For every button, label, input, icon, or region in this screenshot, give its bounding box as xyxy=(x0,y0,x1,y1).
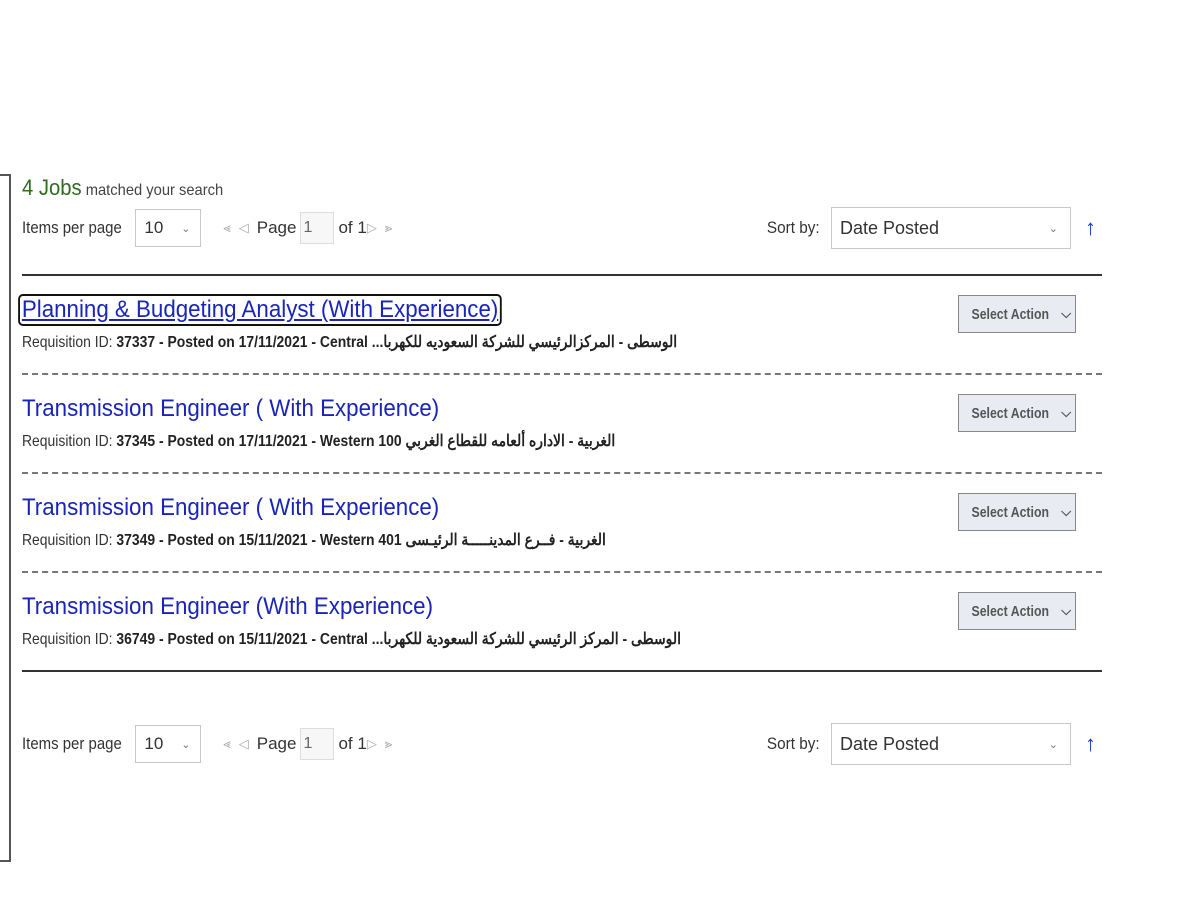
job-title-link[interactable]: Planning & Budgeting Analyst (With Exper… xyxy=(18,294,503,326)
select-action-label: Select Action xyxy=(971,602,1049,620)
items-per-page-select[interactable]: 10 ⌄ xyxy=(135,725,202,763)
job-meta: Requisition ID: 37345 - Posted on 17/11/… xyxy=(22,431,615,451)
sort-select[interactable]: Date Posted ⌄ xyxy=(831,207,1071,249)
chevron-down-icon: ⌄ xyxy=(1048,222,1058,235)
prev-page-icon[interactable]: ◁ xyxy=(239,220,249,236)
items-per-page-value: 10 xyxy=(144,218,164,237)
location-arabic: الوسطى - المركز الرئيسي للشركة السعودية … xyxy=(371,631,681,648)
page-number-input[interactable] xyxy=(300,212,335,244)
requisition-details: 37345 - Posted on 17/11/2021 - Western 1… xyxy=(116,433,402,450)
page-number-input[interactable] xyxy=(300,728,335,760)
requisition-label: Requisition ID: xyxy=(22,631,117,648)
select-action-label: Select Action xyxy=(971,404,1049,422)
sort-direction-icon[interactable]: ↑ xyxy=(1085,731,1096,757)
select-action-button[interactable]: Select Action ⌵ xyxy=(958,592,1076,630)
next-page-icon[interactable]: ▷ xyxy=(367,736,377,752)
top-pager: Items per page 10 ⌄ ⪡ ◁ Page of 1 ▷ ⪢ So… xyxy=(22,204,1102,252)
job-row: Transmission Engineer (With Experience) … xyxy=(22,573,1102,672)
last-page-icon[interactable]: ⪢ xyxy=(385,220,392,236)
prev-page-icon[interactable]: ◁ xyxy=(239,736,249,752)
job-row: Transmission Engineer ( With Experience)… xyxy=(22,375,1102,474)
job-title-link[interactable]: Transmission Engineer ( With Experience) xyxy=(22,395,439,423)
job-meta: Requisition ID: 37349 - Posted on 15/11/… xyxy=(22,530,606,550)
items-per-page-label: Items per page xyxy=(22,218,122,237)
left-frame xyxy=(0,174,11,862)
chevron-down-icon: ⌵ xyxy=(1061,405,1072,420)
job-title-link[interactable]: Transmission Engineer (With Experience) xyxy=(22,593,433,621)
chevron-down-icon: ⌵ xyxy=(1061,603,1072,618)
sort-value: Date Posted xyxy=(840,217,940,238)
job-row: Transmission Engineer ( With Experience)… xyxy=(22,474,1102,573)
requisition-details: 37337 - Posted on 17/11/2021 - Central xyxy=(116,334,368,351)
sort-by-label: Sort by: xyxy=(767,218,821,237)
job-meta: Requisition ID: 37337 - Posted on 17/11/… xyxy=(22,332,677,352)
requisition-label: Requisition ID: xyxy=(22,532,117,549)
sort-value: Date Posted xyxy=(840,733,940,754)
page-label: Page xyxy=(256,734,297,753)
page-of-label: of 1 xyxy=(338,734,367,753)
location-arabic: الغربية - فــرع المدينـــــة الرئيـسى xyxy=(405,532,606,549)
page-label: Page xyxy=(256,218,297,237)
last-page-icon[interactable]: ⪢ xyxy=(385,736,392,752)
requisition-details: 37349 - Posted on 15/11/2021 - Western 4… xyxy=(116,532,402,549)
requisition-label: Requisition ID: xyxy=(22,433,117,450)
first-page-icon[interactable]: ⪡ xyxy=(223,220,230,236)
bottom-pager: Items per page 10 ⌄ ⪡ ◁ Page of 1 ▷ ⪢ So… xyxy=(22,720,1102,768)
job-title-link[interactable]: Transmission Engineer ( With Experience) xyxy=(22,494,439,522)
location-arabic: الوسطى - المركزالرئيسي للشركة السعوديه ل… xyxy=(371,334,678,351)
select-action-button[interactable]: Select Action ⌵ xyxy=(958,295,1076,333)
select-action-label: Select Action xyxy=(971,305,1049,323)
items-per-page-value: 10 xyxy=(144,734,164,753)
items-per-page-label: Items per page xyxy=(22,734,122,753)
results-text: matched your search xyxy=(85,182,224,199)
chevron-down-icon: ⌵ xyxy=(1061,504,1072,519)
select-action-label: Select Action xyxy=(971,503,1049,521)
requisition-label: Requisition ID: xyxy=(22,334,117,351)
first-page-icon[interactable]: ⪡ xyxy=(223,736,230,752)
chevron-down-icon: ⌄ xyxy=(1048,738,1058,751)
sort-control: Sort by: Date Posted ⌄ ↑ xyxy=(764,720,1102,768)
chevron-down-icon: ⌄ xyxy=(181,738,191,751)
next-page-icon[interactable]: ▷ xyxy=(367,220,377,236)
results-count: 4 Jobs matched your search xyxy=(22,172,1016,204)
chevron-down-icon: ⌵ xyxy=(1061,306,1072,321)
job-row: Planning & Budgeting Analyst (With Exper… xyxy=(18,276,1102,375)
sort-direction-icon[interactable]: ↑ xyxy=(1085,215,1096,241)
items-per-page-select[interactable]: 10 ⌄ xyxy=(135,209,202,247)
sort-by-label: Sort by: xyxy=(767,734,821,753)
select-action-button[interactable]: Select Action ⌵ xyxy=(958,394,1076,432)
page-of-label: of 1 xyxy=(338,218,367,237)
sort-select[interactable]: Date Posted ⌄ xyxy=(831,723,1071,765)
job-results: 4 Jobs matched your search Items per pag… xyxy=(18,172,1102,768)
location-arabic: الغربية - الاداره ألعامه للقطاع الغربي xyxy=(405,433,616,450)
job-meta: Requisition ID: 36749 - Posted on 15/11/… xyxy=(22,629,681,649)
chevron-down-icon: ⌄ xyxy=(181,222,191,235)
requisition-details: 36749 - Posted on 15/11/2021 - Central xyxy=(116,631,368,648)
select-action-button[interactable]: Select Action ⌵ xyxy=(958,493,1076,531)
jobs-count: 4 Jobs xyxy=(22,175,82,200)
sort-control: Sort by: Date Posted ⌄ ↑ xyxy=(764,204,1102,252)
